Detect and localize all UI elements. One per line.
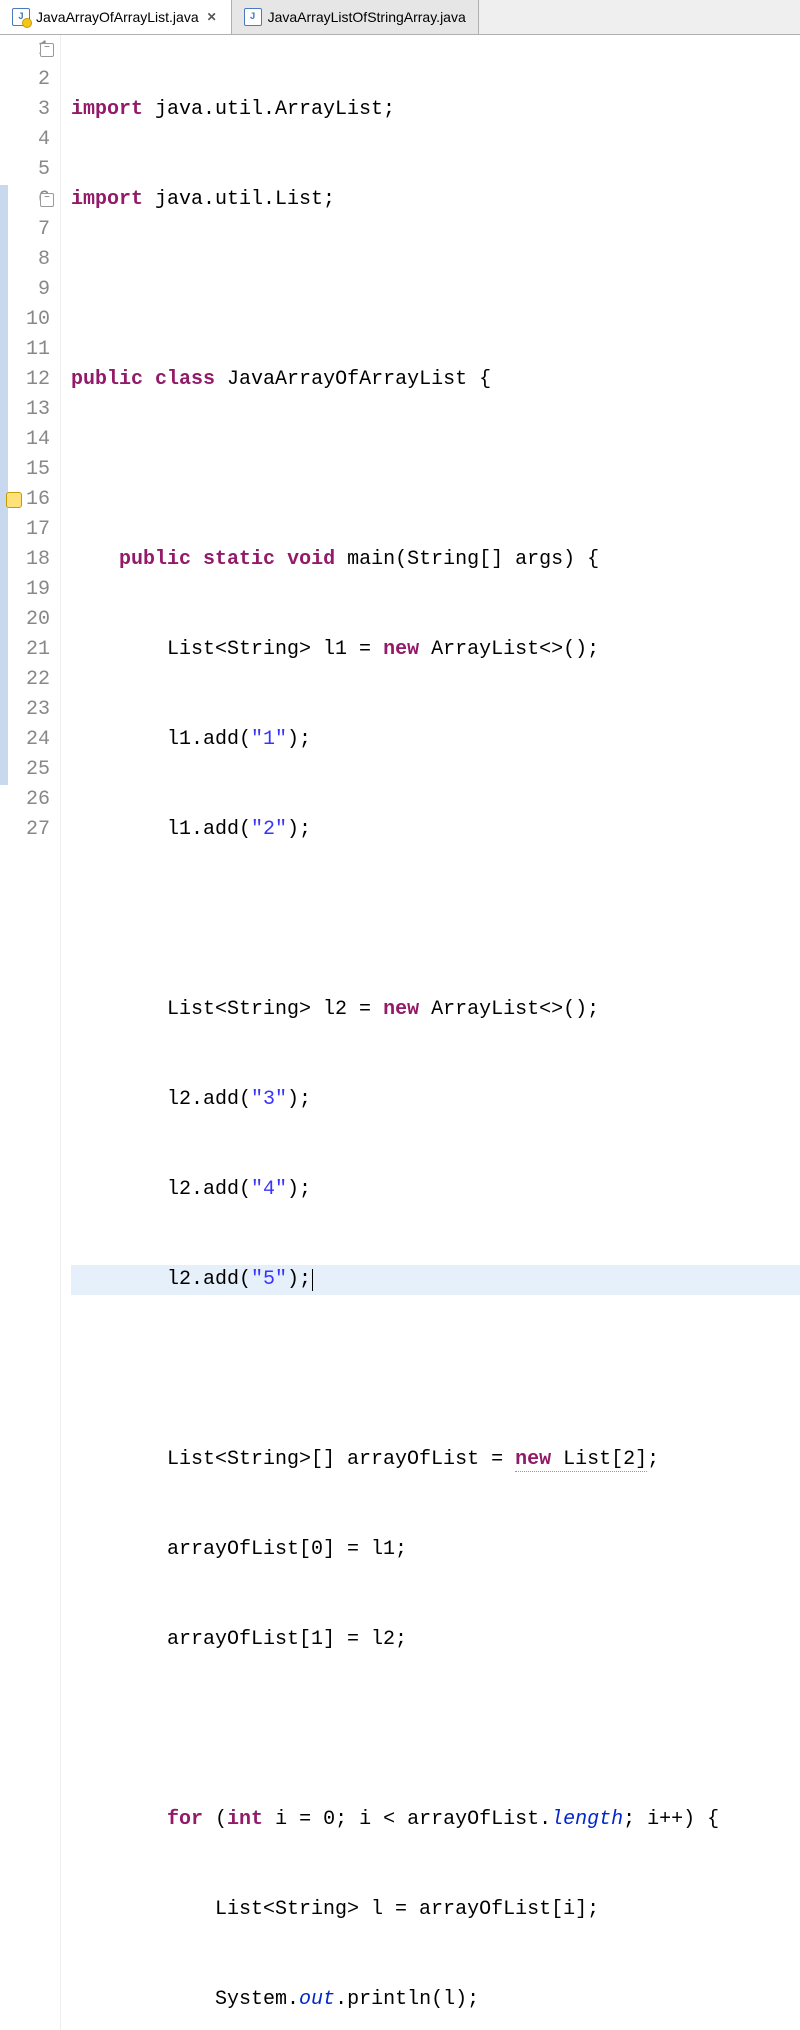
quickfix-icon[interactable] (6, 492, 22, 508)
fold-toggle-icon[interactable]: − (40, 43, 54, 57)
close-icon[interactable]: ✕ (205, 10, 219, 24)
code-editor[interactable]: 1− 2 3 4 5 6− 7 8 9 10 11 12 13 14 15 16… (0, 35, 800, 2030)
fold-toggle-icon[interactable]: − (40, 193, 54, 207)
tab-label: JavaArrayListOfStringArray.java (268, 9, 466, 25)
tab-java-array-of-arraylist[interactable]: J JavaArrayOfArrayList.java ✕ (0, 0, 232, 34)
line-number-gutter: 1− 2 3 4 5 6− 7 8 9 10 11 12 13 14 15 16… (8, 35, 61, 2030)
java-file-icon: J (244, 8, 262, 26)
editor-tab-bar: J JavaArrayOfArrayList.java ✕ J JavaArra… (0, 0, 800, 35)
text-cursor (312, 1269, 313, 1291)
java-file-icon: J (12, 8, 30, 26)
tab-label: JavaArrayOfArrayList.java (36, 9, 199, 25)
change-ruler (0, 35, 8, 2030)
tab-java-arraylist-of-string-array[interactable]: J JavaArrayListOfStringArray.java (232, 0, 479, 34)
code-area[interactable]: import java.util.ArrayList; import java.… (61, 35, 800, 2030)
